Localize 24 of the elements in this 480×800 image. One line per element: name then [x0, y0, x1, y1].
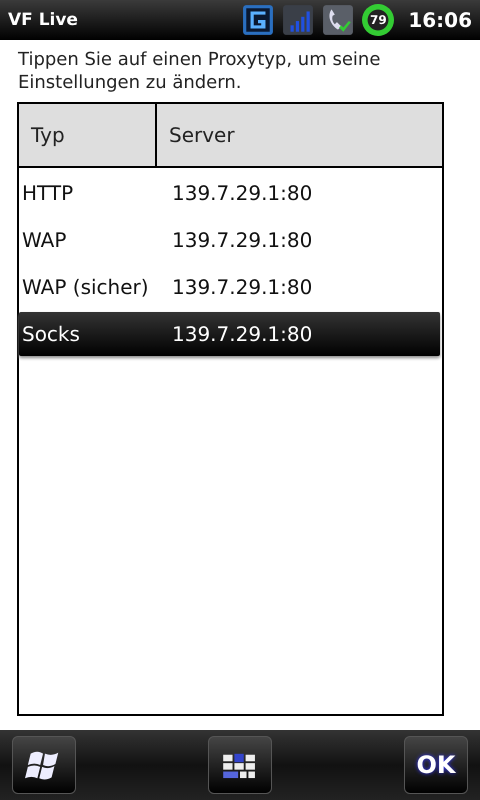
- table-cell: 139.7.29.1:80: [172, 322, 312, 346]
- table-cell-text: WAP (sicher): [22, 275, 150, 299]
- proxy-row[interactable]: WAP 139.7.29.1:80: [19, 218, 440, 262]
- column-header[interactable]: Server: [157, 104, 235, 166]
- proxy-row[interactable]: WAP (sicher) 139.7.29.1:80: [19, 265, 440, 309]
- keyboard-button[interactable]: [208, 736, 272, 794]
- battery-indicator[interactable]: 79: [362, 4, 394, 36]
- instruction-text: Tippen Sie auf einen Proxytyp, um seine Einstellungen zu ändern.: [18, 48, 382, 94]
- start-button[interactable]: [12, 736, 76, 794]
- network-g-icon[interactable]: [242, 4, 274, 36]
- app-title: VF Live: [8, 10, 79, 30]
- table-cell-text: Socks: [22, 322, 81, 346]
- ok-button[interactable]: OK: [404, 736, 468, 794]
- proxy-row[interactable]: HTTP 139.7.29.1:80: [19, 171, 440, 215]
- table-cell: 139.7.29.1:80: [172, 228, 312, 252]
- table-cell-text: HTTP: [22, 181, 74, 205]
- column-header[interactable]: Typ: [19, 104, 157, 166]
- signal-icon[interactable]: [282, 4, 314, 36]
- table-cell: 139.7.29.1:80: [172, 275, 312, 299]
- phone-icon[interactable]: [322, 4, 354, 36]
- proxy-row[interactable]: Socks 139.7.29.1:80: [19, 312, 440, 356]
- clock[interactable]: 16:06: [408, 8, 472, 32]
- table-cell: 139.7.29.1:80: [172, 181, 312, 205]
- table-cell-text: WAP: [22, 228, 68, 252]
